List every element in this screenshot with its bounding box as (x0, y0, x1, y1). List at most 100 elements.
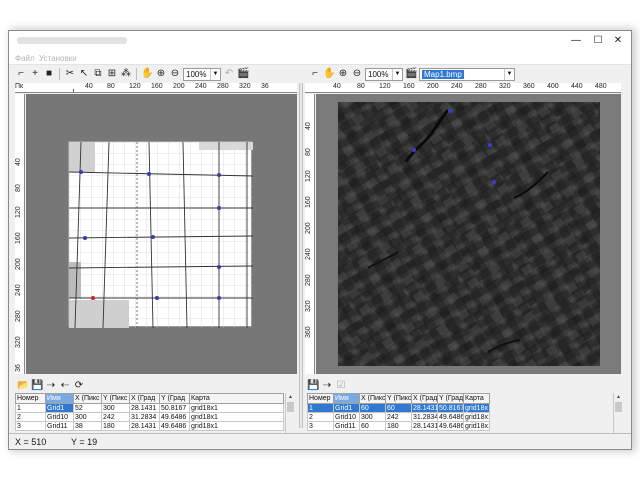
table-cell[interactable]: 49.6486 (437, 412, 464, 422)
pan-hand-icon[interactable]: ✋ (141, 68, 153, 80)
table-cell[interactable]: 180 (101, 421, 130, 431)
points-icon[interactable]: ⁂ (120, 68, 132, 80)
table-cell[interactable]: 3 (15, 421, 46, 431)
open-folder-icon[interactable]: 📂 (17, 380, 29, 392)
column-header[interactable]: Номер (307, 393, 334, 404)
scroll-up-icon[interactable]: ▲ (614, 393, 623, 401)
table-cell[interactable]: 60 (385, 403, 412, 413)
column-header[interactable]: Карта (189, 393, 284, 404)
table-cell[interactable]: 300 (359, 412, 386, 422)
corner-tool-icon[interactable]: ⌐ (309, 68, 321, 80)
table-cell[interactable]: 50.8167 (159, 403, 190, 413)
column-header[interactable]: Y (Пикс (385, 393, 412, 404)
right-zoom-select[interactable]: 100% ▼ (365, 67, 403, 81)
table-cell[interactable]: 1 (15, 403, 46, 413)
table-cell[interactable]: 49.6486 (159, 421, 190, 431)
export-icon[interactable]: ⇢ (45, 380, 57, 392)
table-row-selected[interactable]: 1 Grid1 60 60 28.1431 50.8167 grid18x (307, 403, 490, 413)
table-cell[interactable]: 242 (101, 412, 130, 422)
table-cell[interactable]: Grid10 (45, 412, 74, 422)
column-header[interactable]: X (Град (411, 393, 438, 404)
column-header[interactable]: Номер (15, 393, 46, 404)
table-cell[interactable]: 28.1431 (411, 421, 438, 431)
table-row[interactable]: 3 Grid11 38 180 28.1431 49.6486 grid18x1 (15, 421, 284, 431)
zoom-in-icon[interactable]: ⊕ (155, 68, 167, 80)
table-cell[interactable]: grid18x1 (189, 412, 284, 422)
table-cell[interactable]: 28.1431 (129, 403, 160, 413)
export-icon[interactable]: ⇢ (321, 380, 333, 392)
undo-icon[interactable]: ↶ (223, 68, 235, 80)
table-cell[interactable]: Grid1 (45, 403, 74, 413)
table-cell[interactable]: 3 (307, 421, 334, 431)
menu-file[interactable]: Файл (15, 54, 35, 63)
table-cell[interactable]: 49.6486 (437, 421, 464, 431)
table-cell[interactable]: 2 (307, 412, 334, 422)
sync-icon[interactable]: ⟳ (73, 380, 85, 392)
table-cell[interactable]: Grid11 (333, 421, 360, 431)
zoom-in-icon[interactable]: ⊕ (337, 68, 349, 80)
table-cell[interactable]: 49.6486 (159, 412, 190, 422)
left-zoom-select[interactable]: 100% ▼ (183, 67, 221, 81)
scroll-up-icon[interactable]: ▲ (286, 393, 295, 401)
table-cell[interactable]: 50.8167 (437, 403, 464, 413)
save-icon[interactable]: 💾 (31, 380, 43, 392)
table-cell[interactable]: 60 (359, 421, 386, 431)
zoom-out-icon[interactable]: ⊖ (169, 68, 181, 80)
table-row[interactable]: 1 Grid1 52 300 28.1431 50.8167 grid18x1 (15, 403, 284, 413)
close-button[interactable]: ✕ (609, 34, 627, 48)
scroll-thumb[interactable] (287, 402, 294, 412)
checkbox-icon[interactable]: ☑ (335, 380, 347, 392)
map-file-select[interactable]: Map1.bmp ▼ (419, 67, 515, 81)
table-cell[interactable]: grid18x1 (189, 403, 284, 413)
column-header[interactable]: Карта (463, 393, 490, 404)
grid-select-icon[interactable]: ⊞ (106, 68, 118, 80)
table-cell[interactable]: Grid1 (333, 403, 360, 413)
scissors-icon[interactable]: ✂ (64, 68, 76, 80)
column-header[interactable]: Имя (333, 393, 360, 404)
left-table-scrollbar[interactable]: ▲ (285, 393, 294, 433)
column-header[interactable]: Y (Град (159, 393, 190, 404)
scroll-thumb[interactable] (615, 402, 622, 412)
column-header[interactable]: X (Град (129, 393, 160, 404)
table-row[interactable]: 2 Grid10 300 242 31.2834 49.6486 grid18x… (307, 412, 490, 422)
right-table-scrollbar[interactable]: ▲ (613, 393, 622, 433)
column-header[interactable]: X (Пикс (359, 393, 386, 404)
crosshair-tool-icon[interactable]: + (29, 68, 41, 80)
table-cell[interactable]: 60 (359, 403, 386, 413)
table-cell[interactable]: Grid10 (333, 412, 360, 422)
table-cell[interactable]: 38 (73, 421, 102, 431)
table-cell[interactable]: 180 (385, 421, 412, 431)
minimize-button[interactable]: — (567, 34, 585, 48)
table-cell[interactable]: 52 (73, 403, 102, 413)
grid-canvas[interactable] (68, 141, 254, 329)
table-cell[interactable]: grid18x (463, 403, 490, 413)
table-cell[interactable]: 242 (385, 412, 412, 422)
maximize-button[interactable]: ☐ (589, 34, 607, 48)
table-cell[interactable]: 300 (73, 412, 102, 422)
table-cell[interactable]: 1 (307, 403, 334, 413)
column-header[interactable]: Y (Пикс (101, 393, 130, 404)
table-cell[interactable]: 31.2834 (411, 412, 438, 422)
zoom-out-icon[interactable]: ⊖ (351, 68, 363, 80)
panel-splitter[interactable] (299, 83, 303, 428)
corner-tool-icon[interactable]: ⌐ (15, 68, 27, 80)
clapper-icon[interactable]: 🎬 (405, 68, 417, 80)
table-cell[interactable]: 300 (101, 403, 130, 413)
import-icon[interactable]: ⇠ (59, 380, 71, 392)
column-header[interactable]: Имя (45, 393, 74, 404)
column-header[interactable]: Y (Град (437, 393, 464, 404)
table-cell[interactable]: 31.2834 (129, 412, 160, 422)
table-row[interactable]: 2 Grid10 300 242 31.2834 49.6486 grid18x… (15, 412, 284, 422)
map-view-pane[interactable] (316, 94, 621, 374)
clapper-icon[interactable]: 🎬 (237, 68, 249, 80)
table-cell[interactable]: 28.1431 (129, 421, 160, 431)
table-cell[interactable]: grid18x1 (463, 421, 490, 431)
menu-settings[interactable]: Установки (39, 54, 77, 63)
fill-tool-icon[interactable]: ■ (43, 68, 55, 80)
table-cell[interactable]: grid18x1 (463, 412, 490, 422)
table-cell[interactable]: Grid11 (45, 421, 74, 431)
table-cell[interactable]: 28.1431 (411, 403, 438, 413)
column-header[interactable]: X (Пикс (73, 393, 102, 404)
satellite-map-image[interactable] (338, 102, 600, 366)
grid-view-pane[interactable] (26, 94, 297, 374)
